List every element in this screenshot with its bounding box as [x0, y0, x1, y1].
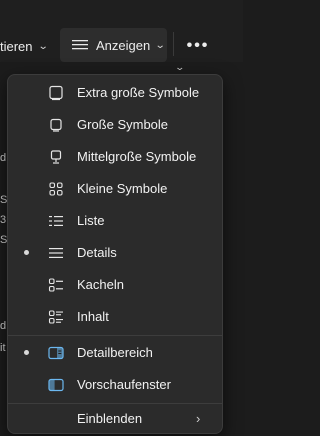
- menu-item-label: Kleine Symbole: [77, 181, 168, 196]
- monitor-large-icon: [49, 85, 63, 101]
- selected-dot-icon: [24, 250, 29, 255]
- details-pane-icon: [48, 346, 64, 360]
- background-text: d: [0, 152, 7, 164]
- menu-item-large-icons[interactable]: Große Symbole: [8, 109, 222, 141]
- selected-dot-icon: [24, 350, 29, 355]
- chevron-right-icon: ›: [196, 411, 201, 426]
- menu-divider: [8, 335, 222, 336]
- menu-item-preview-pane[interactable]: Vorschaufenster: [8, 369, 222, 401]
- menu-item-show[interactable]: Einblenden ›: [8, 403, 222, 435]
- menu-item-label: Extra große Symbole: [77, 85, 200, 100]
- monitor-medium-icon: [50, 150, 62, 164]
- command-bar: tieren ⌄ Anzeigen ⌄ •••: [0, 0, 243, 62]
- toolbar-divider: [173, 32, 174, 56]
- view-menu: Extra große Symbole Große Symbole Mittel…: [7, 74, 223, 434]
- menu-item-details[interactable]: Details: [8, 237, 222, 269]
- menu-item-details-pane[interactable]: Detailbereich: [8, 337, 222, 369]
- menu-item-extra-large-icons[interactable]: Extra große Symbole: [8, 77, 222, 109]
- background-text: d: [0, 320, 7, 332]
- menu-item-label: Große Symbole: [77, 117, 169, 132]
- menu-item-label: Liste: [77, 213, 105, 228]
- more-options-button[interactable]: •••: [185, 36, 211, 56]
- menu-item-label: Inhalt: [77, 309, 109, 324]
- list-icon: [49, 216, 63, 226]
- chevron-down-icon: ⌄: [154, 39, 166, 51]
- column-sort-chevron-icon: ⌄: [174, 62, 186, 72]
- menu-item-label: Mittelgroße Symbole: [77, 149, 197, 164]
- background-text: 3: [0, 214, 7, 226]
- view-lines-icon: [72, 40, 88, 50]
- content-icon: [48, 310, 63, 324]
- menu-item-label: Detailbereich: [77, 345, 153, 360]
- menu-item-label: Kacheln: [77, 277, 124, 292]
- sort-button-label: tieren: [0, 38, 33, 54]
- more-icon: •••: [186, 37, 210, 54]
- details-lines-icon: [49, 248, 63, 258]
- view-button-label: Anzeigen: [96, 37, 151, 53]
- preview-pane-icon: [48, 378, 64, 392]
- menu-item-small-icons[interactable]: Kleine Symbole: [8, 173, 222, 205]
- menu-item-tiles[interactable]: Kacheln: [8, 269, 222, 301]
- menu-item-content[interactable]: Inhalt: [8, 301, 222, 333]
- monitor-icon: [50, 118, 62, 132]
- menu-item-label: Vorschaufenster: [77, 377, 171, 392]
- chevron-down-icon: ⌄: [37, 40, 49, 52]
- tiles-icon: [48, 278, 63, 292]
- menu-item-label: Einblenden: [77, 411, 143, 426]
- background-text: it: [0, 342, 6, 354]
- menu-item-label: Details: [77, 245, 117, 260]
- small-icons-grid-icon: [49, 182, 63, 196]
- menu-item-list[interactable]: Liste: [8, 205, 222, 237]
- menu-item-medium-icons[interactable]: Mittelgroße Symbole: [8, 141, 222, 173]
- view-button[interactable]: Anzeigen ⌄: [60, 28, 167, 62]
- sort-button[interactable]: tieren ⌄: [0, 36, 49, 56]
